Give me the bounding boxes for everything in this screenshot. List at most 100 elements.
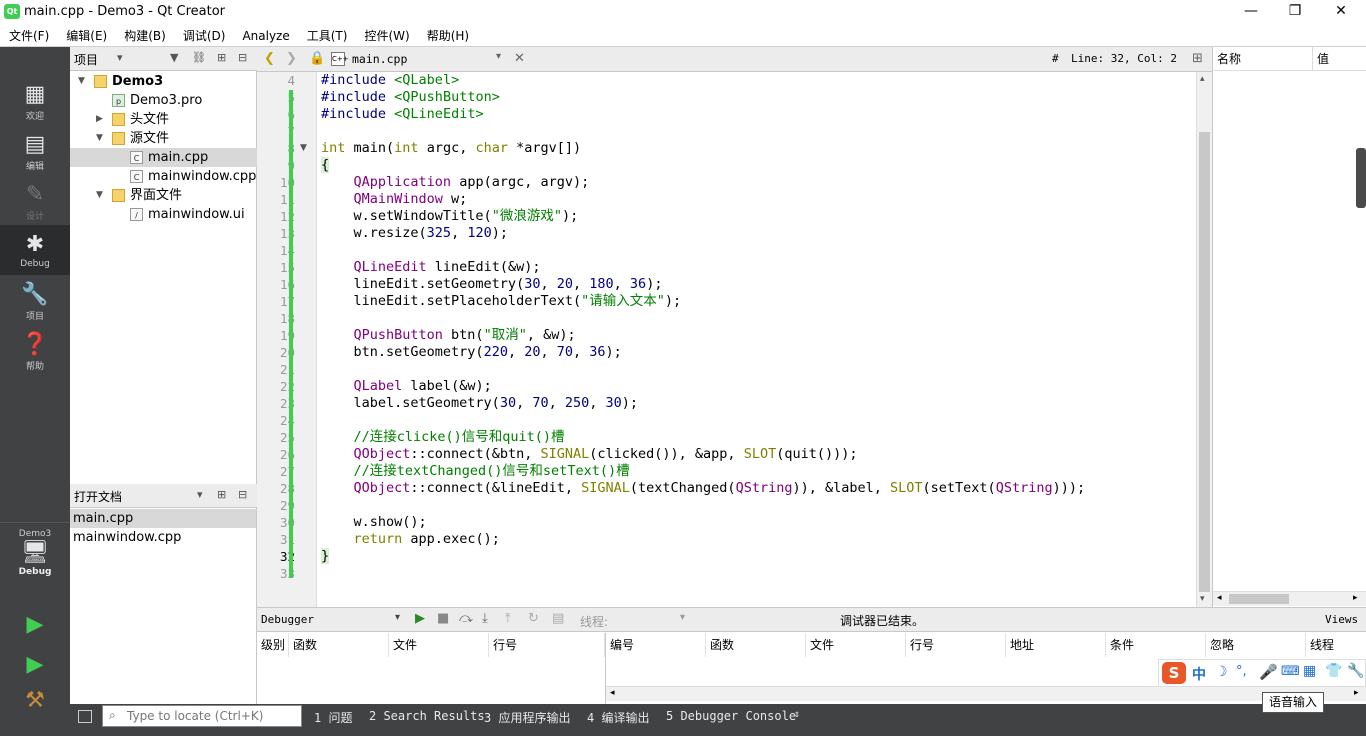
bp-condition-header[interactable]: 条件 (1106, 633, 1206, 657)
editor-scrollbar[interactable]: ▾ ▴ (1196, 72, 1212, 607)
bp-number-header[interactable]: 编号 (606, 633, 706, 657)
step-out-icon[interactable]: ⤒ (505, 611, 511, 626)
mode-debug[interactable]: ✱ Debug (0, 225, 70, 275)
split-icon[interactable]: ⊞ (217, 51, 226, 64)
symbol-hash[interactable]: # (1052, 52, 1059, 65)
step-into-icon[interactable]: ⤓ (482, 611, 488, 626)
tab-issues[interactable]: 1 问题 (314, 709, 352, 726)
scroll-thumb[interactable] (1229, 594, 1289, 604)
more-tabs-icon[interactable]: ⇕ (794, 709, 800, 720)
mode-welcome[interactable]: ▦ 欢迎 (0, 75, 70, 125)
tab-debugger-console[interactable]: 5 Debugger Console (666, 709, 796, 723)
mode-edit[interactable]: ▤ 编辑 (0, 125, 70, 175)
back-icon[interactable]: ❮ (264, 51, 275, 66)
scroll-up-icon[interactable]: ▴ (1200, 74, 1205, 84)
locator-input[interactable]: ⌕ Type to locate (Ctrl+K) (102, 705, 302, 727)
cursor-position[interactable]: Line: 32, Col: 2 (1071, 52, 1177, 65)
open-doc-item[interactable]: main.cpp (70, 509, 256, 528)
split-icon[interactable]: ⊞ (217, 488, 226, 501)
bp-line-header[interactable]: 行号 (906, 633, 1006, 657)
tree-item[interactable]: Cmainwindow.cpp (70, 167, 257, 186)
ime-lang-toggle[interactable]: 中 (1192, 664, 1206, 684)
restart-icon[interactable]: ↻ (528, 611, 539, 626)
bp-ignore-header[interactable]: 忽略 (1206, 633, 1306, 657)
menu-analyze[interactable]: Analyze (233, 26, 297, 48)
open-documents-header[interactable]: 打开文档 ▾ ⊞ ⊟ (70, 484, 257, 508)
stack-function-header[interactable]: 函数 (289, 633, 389, 657)
collapse-arrow-icon[interactable]: ▶ (96, 110, 103, 129)
editor-file-name[interactable]: main.cpp (352, 52, 407, 66)
debug-run-button[interactable]: ▶ (0, 647, 70, 683)
scroll-left-icon[interactable]: ◂ (1217, 593, 1222, 603)
projects-header[interactable]: 项目 ▾ ▼ ⛓ ⊞ ⊟ (70, 47, 257, 71)
menu-edit[interactable]: 编辑(E) (57, 24, 115, 46)
fold-arrow-icon[interactable]: ▼ (300, 140, 307, 157)
split-icon[interactable]: ⊞ (1192, 51, 1203, 66)
grid-icon[interactable]: ▦ (1303, 663, 1316, 679)
punctuation-icon[interactable]: °, (1236, 664, 1247, 679)
dropdown-icon[interactable]: ▾ (395, 612, 400, 623)
moon-icon[interactable]: ☽ (1215, 664, 1228, 680)
microphone-icon[interactable]: 🎤 (1259, 663, 1278, 681)
menu-debug[interactable]: 调试(D) (174, 24, 234, 46)
tree-item[interactable]: ▼ 源文件 (70, 129, 257, 148)
run-button[interactable]: ▶ (0, 607, 70, 643)
continue-icon[interactable]: ▶ (415, 611, 425, 626)
toggle-sidebar-icon[interactable] (78, 710, 92, 723)
kit-selector[interactable]: Demo3 🖥 Debug (0, 527, 70, 587)
bp-file-header[interactable]: 文件 (806, 633, 906, 657)
expand-arrow-icon[interactable]: ▼ (78, 72, 85, 91)
sogou-logo-icon[interactable]: S (1162, 662, 1186, 684)
tree-item[interactable]: ▶ 头文件 (70, 110, 257, 129)
bp-function-header[interactable]: 函数 (706, 633, 806, 657)
code-editor[interactable]: #include <QLabel> #include <QPushButton> #… (318, 72, 1196, 607)
views-menu[interactable]: Views (1325, 613, 1358, 626)
debugger-selector[interactable]: Debugger (261, 613, 314, 626)
open-doc-item[interactable]: mainwindow.cpp (70, 528, 256, 547)
mode-design[interactable]: ✎ 设计 (0, 175, 70, 225)
close-pane-icon[interactable]: ⊟ (238, 51, 247, 64)
expand-arrow-icon[interactable]: ▼ (96, 186, 103, 205)
stack-file-header[interactable]: 文件 (389, 633, 489, 657)
close-file-icon[interactable]: ✕ (514, 51, 525, 66)
menu-build[interactable]: 构建(B) (115, 24, 174, 46)
stack-level-header[interactable]: 级别 (257, 633, 289, 657)
dropdown-icon[interactable]: ▾ (117, 51, 123, 64)
menu-tools[interactable]: 工具(T) (298, 24, 356, 46)
bp-hscroll[interactable]: ◂ ▸ (606, 686, 1366, 701)
close-button[interactable]: ✕ (1318, 0, 1364, 24)
tree-item[interactable]: p Demo3.pro (70, 91, 257, 110)
minimize-button[interactable]: — (1228, 0, 1274, 24)
stop-icon[interactable]: ■ (437, 611, 449, 626)
scroll-right-icon[interactable]: ▸ (1354, 688, 1359, 698)
mode-projects[interactable]: 🔧 项目 (0, 275, 70, 325)
tree-item[interactable]: ▼ 界面文件 (70, 186, 257, 205)
tab-search-results[interactable]: 2 Search Results (369, 709, 485, 723)
file-dropdown-icon[interactable]: ▾ (496, 51, 501, 62)
locals-name-header[interactable]: 名称 (1213, 47, 1313, 71)
close-pane-icon[interactable]: ⊟ (238, 488, 247, 501)
menu-widgets[interactable]: 控件(W) (355, 24, 417, 46)
wrench-icon[interactable]: 🔧 (1347, 663, 1364, 679)
link-icon[interactable]: ⛓ (192, 51, 206, 64)
step-over-icon[interactable]: ⤼ (459, 611, 473, 626)
scroll-right-icon[interactable]: ▸ (1353, 593, 1358, 603)
build-button[interactable]: ⚒ (0, 685, 70, 721)
disassembly-icon[interactable]: ▤ (552, 611, 564, 626)
bp-thread-header[interactable]: 线程 (1306, 633, 1366, 657)
menu-help[interactable]: 帮助(H) (418, 24, 477, 46)
mode-help[interactable]: ❓ 帮助 (0, 325, 70, 375)
menu-file[interactable]: 文件(F) (0, 24, 57, 46)
scroll-left-icon[interactable]: ◂ (610, 688, 615, 698)
thread-dropdown-icon[interactable]: ▾ (680, 612, 685, 623)
maximize-button[interactable]: ❐ (1272, 0, 1318, 24)
tree-item[interactable]: Cmain.cpp (70, 148, 257, 167)
filter-icon[interactable]: ▼ (170, 51, 178, 64)
dropdown-icon[interactable]: ▾ (197, 488, 203, 501)
locals-value-header[interactable]: 值 (1313, 47, 1366, 71)
tab-compile-output[interactable]: 4 编译输出 (587, 709, 649, 726)
tree-item[interactable]: / mainwindow.ui (70, 205, 257, 224)
bp-address-header[interactable]: 地址 (1006, 633, 1106, 657)
expand-arrow-icon[interactable]: ▼ (96, 129, 103, 148)
locals-hscroll[interactable]: ◂ ▸ (1213, 591, 1366, 606)
